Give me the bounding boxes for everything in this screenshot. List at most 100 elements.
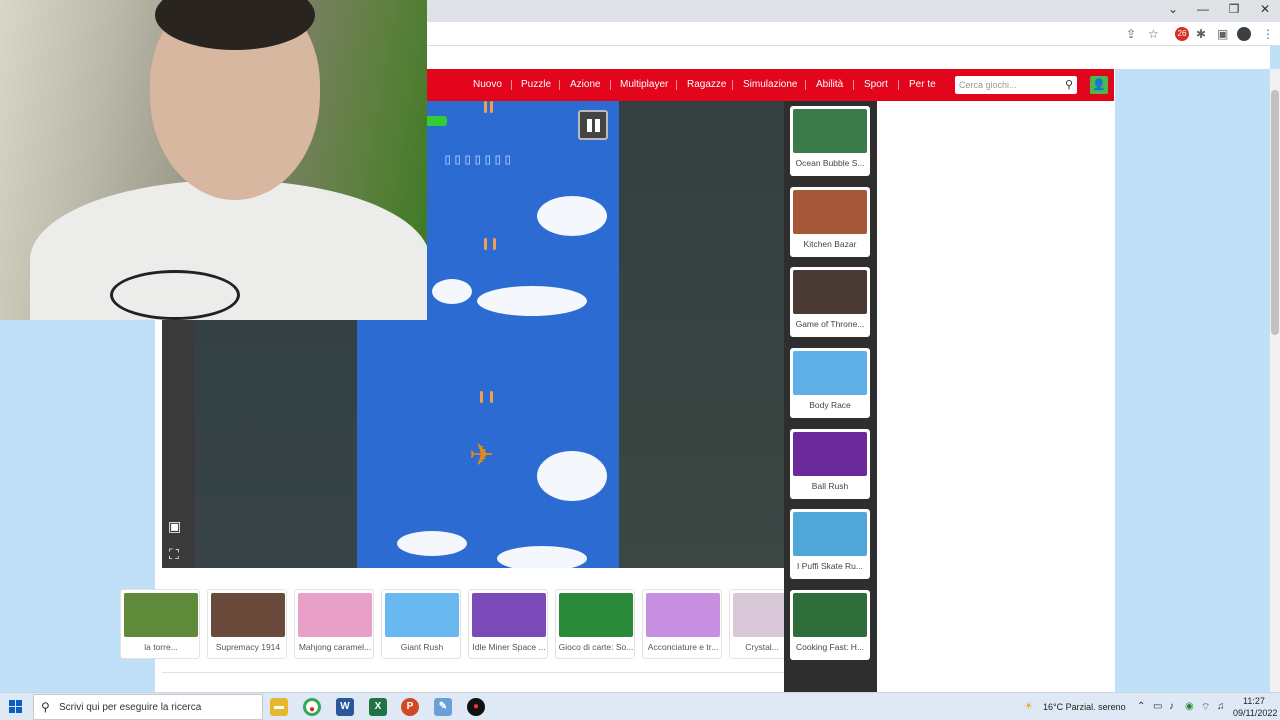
game-card[interactable]: Mahjong caramel... [294, 589, 374, 659]
related-game-label: Ball Rush [811, 481, 849, 491]
weather-text[interactable]: 16°C Parzial. sereno [1043, 702, 1126, 712]
game-search: ⚲ [955, 76, 1077, 94]
profile-avatar[interactable] [1237, 27, 1251, 41]
extension-badge-icon[interactable]: 26 [1175, 27, 1189, 41]
game-thumbnail [385, 593, 459, 637]
network-icon[interactable]: ▭ [1153, 701, 1162, 712]
windows-logo-icon [16, 700, 22, 706]
game-card-label: Idle Miner Space ... [472, 642, 546, 652]
nav-divider [898, 80, 899, 90]
windows-logo-icon [16, 707, 22, 713]
search-icon: ⚲ [41, 700, 50, 714]
game-card-label: Mahjong caramel... [298, 642, 372, 652]
nav-item-sport[interactable]: Sport [864, 79, 888, 90]
nav-item-ragazze[interactable]: Ragazze [687, 79, 726, 90]
extensions-puzzle-icon[interactable]: ✱ [1196, 27, 1206, 41]
share-icon[interactable]: ⇪ [1126, 27, 1136, 41]
game-card[interactable]: Acconciature e tr... [642, 589, 722, 659]
bullet [490, 101, 493, 113]
related-game-card[interactable]: Body Race [790, 348, 870, 418]
minimize-button[interactable]: — [1188, 2, 1218, 16]
volume-icon[interactable]: ♫ [1217, 701, 1225, 712]
game-blurred-background-right [619, 101, 784, 568]
restore-button[interactable]: ❐ [1219, 2, 1249, 16]
related-game-card[interactable]: Game of Throne... [790, 267, 870, 337]
game-thumbnail [124, 593, 198, 637]
related-game-card[interactable]: Ocean Bubble S... [790, 106, 870, 176]
bullet [493, 238, 496, 250]
game-card[interactable]: Crystal... [729, 589, 784, 659]
theater-mode-icon[interactable]: ▣ [168, 518, 181, 535]
cloud [432, 279, 472, 304]
recording-app-icon[interactable]: ● [467, 698, 485, 716]
tab-search-icon[interactable]: ⌄ [1158, 2, 1188, 16]
weather-icon[interactable]: ☀ [1024, 701, 1033, 712]
related-game-card[interactable]: Kitchen Bazar [790, 187, 870, 257]
wifi-icon[interactable]: ⌔ [1201, 701, 1210, 714]
paint-icon[interactable]: ✎ [434, 698, 452, 716]
webcam-overlay [0, 0, 427, 320]
security-icon[interactable]: ◉ [1185, 701, 1194, 712]
game-card[interactable]: la torre... [120, 589, 200, 659]
nav-item-multiplayer[interactable]: Multiplayer [620, 79, 668, 90]
windows-logo-icon [9, 700, 15, 706]
pause-icon [595, 119, 600, 132]
powerpoint-icon[interactable]: P [401, 698, 419, 716]
related-game-card[interactable]: I Puffi Skate Ru... [790, 509, 870, 579]
related-game-label: Body Race [809, 400, 851, 410]
clock-date[interactable]: 09/11/2022 [1233, 708, 1277, 718]
game-thumbnail [793, 512, 867, 556]
cloud [537, 196, 607, 236]
game-thumbnail [733, 593, 784, 637]
chrome-icon[interactable]: ● [303, 698, 321, 716]
related-game-label: I Puffi Skate Ru... [797, 561, 863, 571]
excel-icon[interactable]: X [369, 698, 387, 716]
pause-icon [587, 119, 592, 132]
side-panel-icon[interactable]: ▣ [1217, 27, 1228, 41]
related-game-card[interactable]: Cooking Fast: H... [790, 590, 870, 660]
game-card[interactable]: Idle Miner Space ... [468, 589, 548, 659]
user-icon: 👤 [1092, 79, 1106, 91]
game-thumbnail [793, 432, 867, 476]
clock-time[interactable]: 11:27 [1243, 696, 1265, 706]
scrollbar-thumb[interactable] [1271, 90, 1279, 335]
bullet [490, 391, 493, 403]
search-icon[interactable]: ⚲ [1065, 78, 1073, 91]
nav-item-azione[interactable]: Azione [570, 79, 601, 90]
file-explorer-icon[interactable]: ▬ [270, 698, 288, 716]
cloud [497, 546, 587, 568]
game-search-input[interactable] [959, 77, 1057, 93]
nav-divider [732, 80, 733, 90]
close-button[interactable]: ✕ [1250, 2, 1280, 16]
fullscreen-icon[interactable]: ⛶ [169, 546, 179, 563]
start-button[interactable] [9, 700, 23, 714]
taskbar-search[interactable]: ⚲ Scrivi qui per eseguire la ricerca [33, 694, 263, 720]
game-card[interactable]: Giant Rush [381, 589, 461, 659]
word-icon[interactable]: W [336, 698, 354, 716]
game-thumbnail [472, 593, 546, 637]
nav-item-nuovo[interactable]: Nuovo [473, 79, 502, 90]
cloud [537, 451, 607, 501]
nav-item-puzzle[interactable]: Puzzle [521, 79, 551, 90]
game-card[interactable]: Supremacy 1914 [207, 589, 287, 659]
game-card-label: Supremacy 1914 [215, 642, 281, 652]
player-plane-icon[interactable]: ✈ [469, 438, 494, 473]
browser-menu-icon[interactable]: ⋮ [1262, 27, 1274, 41]
chevron-up-icon[interactable]: ⌃ [1137, 701, 1145, 712]
page-top-area [427, 46, 1270, 69]
nav-item-abilita[interactable]: Abilità [816, 79, 843, 90]
related-game-card[interactable]: Ball Rush [790, 429, 870, 499]
bookmark-star-icon[interactable]: ☆ [1148, 27, 1159, 41]
microphone-icon[interactable]: ♪ [1169, 701, 1174, 712]
strip-divider [162, 672, 784, 673]
game-card[interactable]: Gioco di carte: So... [555, 589, 635, 659]
nav-item-per-te[interactable]: Per te [909, 79, 936, 90]
game-thumbnail [646, 593, 720, 637]
user-account-button[interactable]: 👤 [1090, 76, 1108, 94]
pause-button[interactable] [578, 110, 608, 140]
cloud [477, 286, 587, 316]
bullet [480, 391, 483, 403]
game-score: ▯▯▯▯▯▯▯ [443, 150, 514, 168]
nav-divider [610, 80, 611, 90]
nav-item-simulazione[interactable]: Simulazione [743, 79, 797, 90]
